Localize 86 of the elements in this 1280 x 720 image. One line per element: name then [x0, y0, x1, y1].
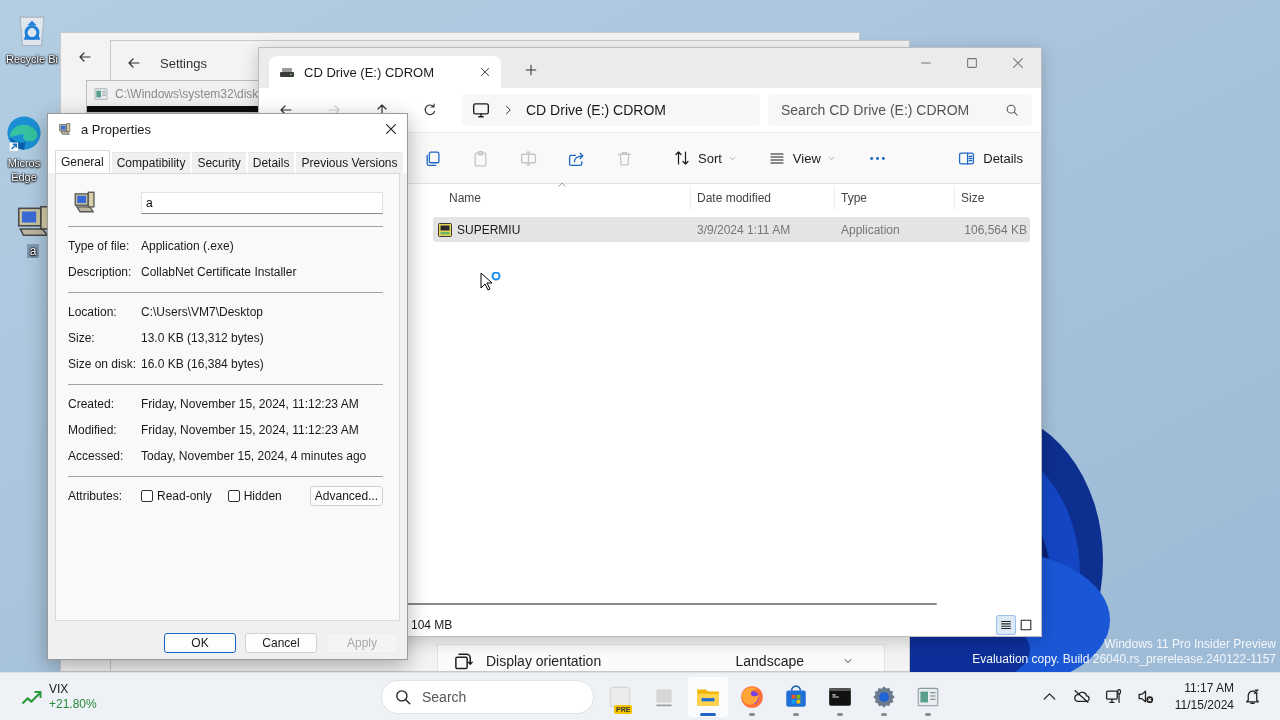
checkbox-label[interactable]: Read-only	[157, 489, 212, 503]
field-label: Attributes:	[68, 489, 124, 503]
search-icon	[1005, 103, 1019, 117]
clock-time[interactable]: 11:17 AM	[1184, 679, 1234, 697]
file-name: SUPERMIU	[457, 222, 521, 237]
network-icon[interactable]	[1105, 688, 1123, 705]
widget-title[interactable]: VIX	[49, 681, 97, 697]
file-type: Application	[840, 222, 901, 237]
tab[interactable]: Compatibility	[111, 152, 191, 173]
field-value: C:\Users\VM7\Desktop	[141, 305, 264, 319]
checkbox[interactable]	[227, 490, 240, 502]
monitor-icon	[472, 101, 490, 119]
sort-icon	[674, 150, 690, 166]
tab[interactable]: Previous Versions	[296, 152, 403, 173]
sort-button[interactable]: Sort	[670, 150, 741, 166]
field-label: Accessed:	[68, 449, 125, 463]
name-field[interactable]: a	[141, 192, 383, 214]
tab[interactable]: General	[55, 150, 110, 173]
new-tab-icon[interactable]	[524, 63, 538, 77]
file-row[interactable]: SUPERMIU 3/9/2024 1:11 AM Application 106,564 KB	[433, 217, 1030, 242]
dropdown[interactable]: Landscape	[735, 653, 854, 669]
application-icon	[58, 122, 72, 136]
dialog-button[interactable]: OK	[164, 633, 236, 653]
window-title: a Properties	[81, 121, 153, 137]
column-header[interactable]: Date modified	[691, 186, 835, 210]
view-button[interactable]: View	[764, 150, 840, 166]
search-field[interactable]: Search CD Drive (E:) CDROM	[768, 94, 1032, 126]
column-header[interactable]: Name	[433, 186, 691, 210]
tab[interactable]: CD Drive (E:) CDROM	[269, 56, 501, 88]
sort-caret-icon	[557, 180, 567, 190]
watermark-text: Evaluation copy. Build 26040.rs_prerelease.240122-1157	[972, 652, 1276, 667]
advanced-button[interactable]: Advanced...	[310, 486, 383, 506]
setting-label: Display orientation	[486, 653, 602, 669]
field-label: Type of file:	[68, 239, 131, 253]
watermark-text: Windows 11 Pro Insider Preview	[1103, 637, 1276, 652]
field-value: CollabNet Certificate Installer	[141, 265, 297, 279]
clock-date[interactable]: 11/15/2024	[1174, 696, 1234, 714]
maximize-icon[interactable]	[965, 56, 979, 70]
field-label: Location:	[68, 305, 118, 319]
store-icon	[783, 683, 809, 710]
column-header[interactable]: Type	[835, 186, 955, 210]
search-icon	[394, 687, 412, 706]
status-text: 104 MB	[411, 618, 453, 632]
stock-trend-icon[interactable]	[20, 688, 44, 705]
browser-icon	[739, 683, 765, 710]
console-icon	[93, 85, 109, 102]
list-icon	[999, 618, 1013, 632]
details-button[interactable]: Details	[954, 149, 1027, 167]
square-icon	[1019, 618, 1033, 632]
field-label: Size:	[68, 331, 96, 345]
search-field[interactable]: Search	[381, 679, 594, 714]
application-icon	[437, 221, 453, 238]
field-value: Friday, November 15, 2024, 11:12:23 AM	[141, 397, 359, 411]
dialog-button[interactable]: Cancel	[245, 633, 317, 653]
field-value: Today, November 15, 2024, 4 minutes ago	[141, 449, 367, 463]
file-size: 106,564 KB	[963, 222, 1028, 237]
tab[interactable]: Details	[247, 152, 295, 173]
window-title: Settings	[160, 55, 207, 71]
details-view-button[interactable]	[996, 615, 1016, 635]
field-label: Description:	[68, 265, 133, 279]
cloud-off-icon[interactable]	[1073, 688, 1091, 705]
checkbox[interactable]	[141, 490, 153, 502]
file-date: 3/9/2024 1:11 AM	[696, 222, 792, 237]
window-title: C:\Windows\system32\disk	[115, 86, 259, 101]
busy-cursor-icon	[480, 272, 501, 293]
display-orientation-icon	[454, 651, 474, 671]
tab[interactable]: Security	[192, 152, 246, 173]
field-value: 13.0 KB (13,312 bytes)	[141, 331, 264, 345]
checkbox-label[interactable]: Hidden	[243, 489, 282, 503]
browser-icon[interactable]	[5, 114, 43, 152]
field-label: Modified:	[68, 423, 118, 437]
close-tab-icon[interactable]	[479, 66, 491, 78]
speaker-muted-icon[interactable]	[1137, 688, 1155, 705]
widget-value[interactable]: +21.80%	[49, 696, 97, 712]
field-label: Size on disk:	[68, 357, 138, 371]
notification-icon[interactable]	[1244, 688, 1261, 705]
setting-row[interactable]: Display orientation Landscape	[437, 644, 885, 671]
list-view-icon	[768, 150, 785, 166]
field-value: Application (.exe)	[141, 239, 234, 253]
refresh-icon[interactable]	[422, 102, 438, 118]
field-value: Friday, November 15, 2024, 11:12:23 AM	[141, 423, 359, 437]
field-value: 16.0 KB (16,384 bytes)	[141, 357, 264, 371]
field-label: Created:	[68, 397, 116, 411]
address-bar[interactable]: CD Drive (E:) CDROM	[462, 94, 760, 126]
column-header[interactable]: Size	[955, 186, 1030, 210]
close-icon[interactable]	[384, 122, 398, 136]
